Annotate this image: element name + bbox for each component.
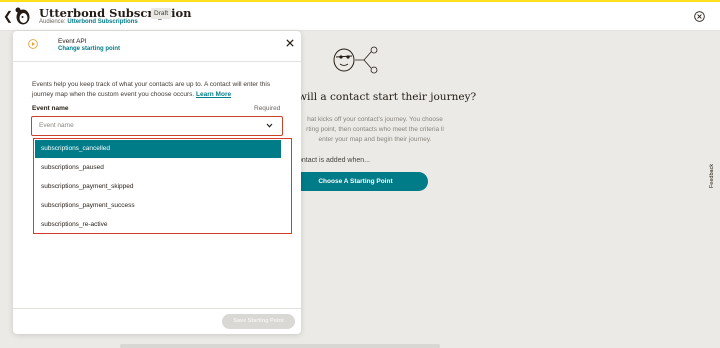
starting-point-prompt: ontact is added when... [298, 157, 370, 164]
event-name-dropdown: subscriptions_cancelled subscriptions_pa… [33, 138, 292, 234]
learn-more-link[interactable]: Learn More [196, 91, 231, 98]
journey-description: hat kicks off your contact's journey. Yo… [306, 116, 444, 143]
panel-description-text: Events help you keep track of what your … [32, 81, 271, 98]
save-starting-point-button[interactable]: Save Starting Point [222, 314, 295, 329]
back-icon[interactable]: ❮ [3, 9, 13, 23]
panel-title: Event API [58, 38, 87, 45]
mailchimp-logo-icon [15, 7, 30, 25]
event-name-placeholder: Event name [39, 122, 74, 129]
app-header: ❮ Utterbond Subscription Draft Audience:… [0, 2, 720, 31]
panel-footer-divider [13, 308, 301, 309]
audience-link[interactable]: Utterbond Subscriptions [67, 19, 137, 25]
journey-question-heading: will a contact start their journey? [298, 91, 477, 103]
event-name-label: Event name [32, 105, 69, 112]
dropdown-option[interactable]: subscriptions_cancelled [35, 140, 281, 158]
event-name-select[interactable]: Event name [31, 116, 283, 136]
panel-divider [13, 61, 301, 62]
choose-starting-point-button[interactable]: Choose A Starting Point [283, 172, 428, 191]
dropdown-option[interactable]: subscriptions_paused [35, 159, 281, 177]
chevron-down-icon [266, 123, 273, 128]
feedback-label: Feedback [709, 163, 715, 189]
audience-line: Audience: Utterbond Subscriptions [39, 19, 138, 25]
play-circle-icon [28, 39, 38, 49]
panel-description: Events help you keep track of what your … [32, 80, 287, 100]
panel-close-icon[interactable] [286, 39, 294, 47]
feedback-tab[interactable]: Feedback [706, 163, 718, 189]
audience-label: Audience: [39, 19, 66, 25]
journey-illustration-icon [333, 46, 378, 74]
close-icon[interactable] [694, 11, 705, 22]
required-label: Required [254, 105, 281, 112]
dropdown-option[interactable]: subscriptions_re-active [35, 216, 281, 234]
status-badge: Draft [151, 8, 172, 19]
dropdown-option[interactable]: subscriptions_payment_success [35, 197, 281, 215]
starting-point-panel: Event API Change starting point Events h… [13, 31, 301, 334]
horizontal-scrollbar[interactable] [120, 344, 440, 348]
change-starting-point-link[interactable]: Change starting point [58, 46, 120, 52]
dropdown-option[interactable]: subscriptions_payment_skipped [35, 178, 281, 196]
